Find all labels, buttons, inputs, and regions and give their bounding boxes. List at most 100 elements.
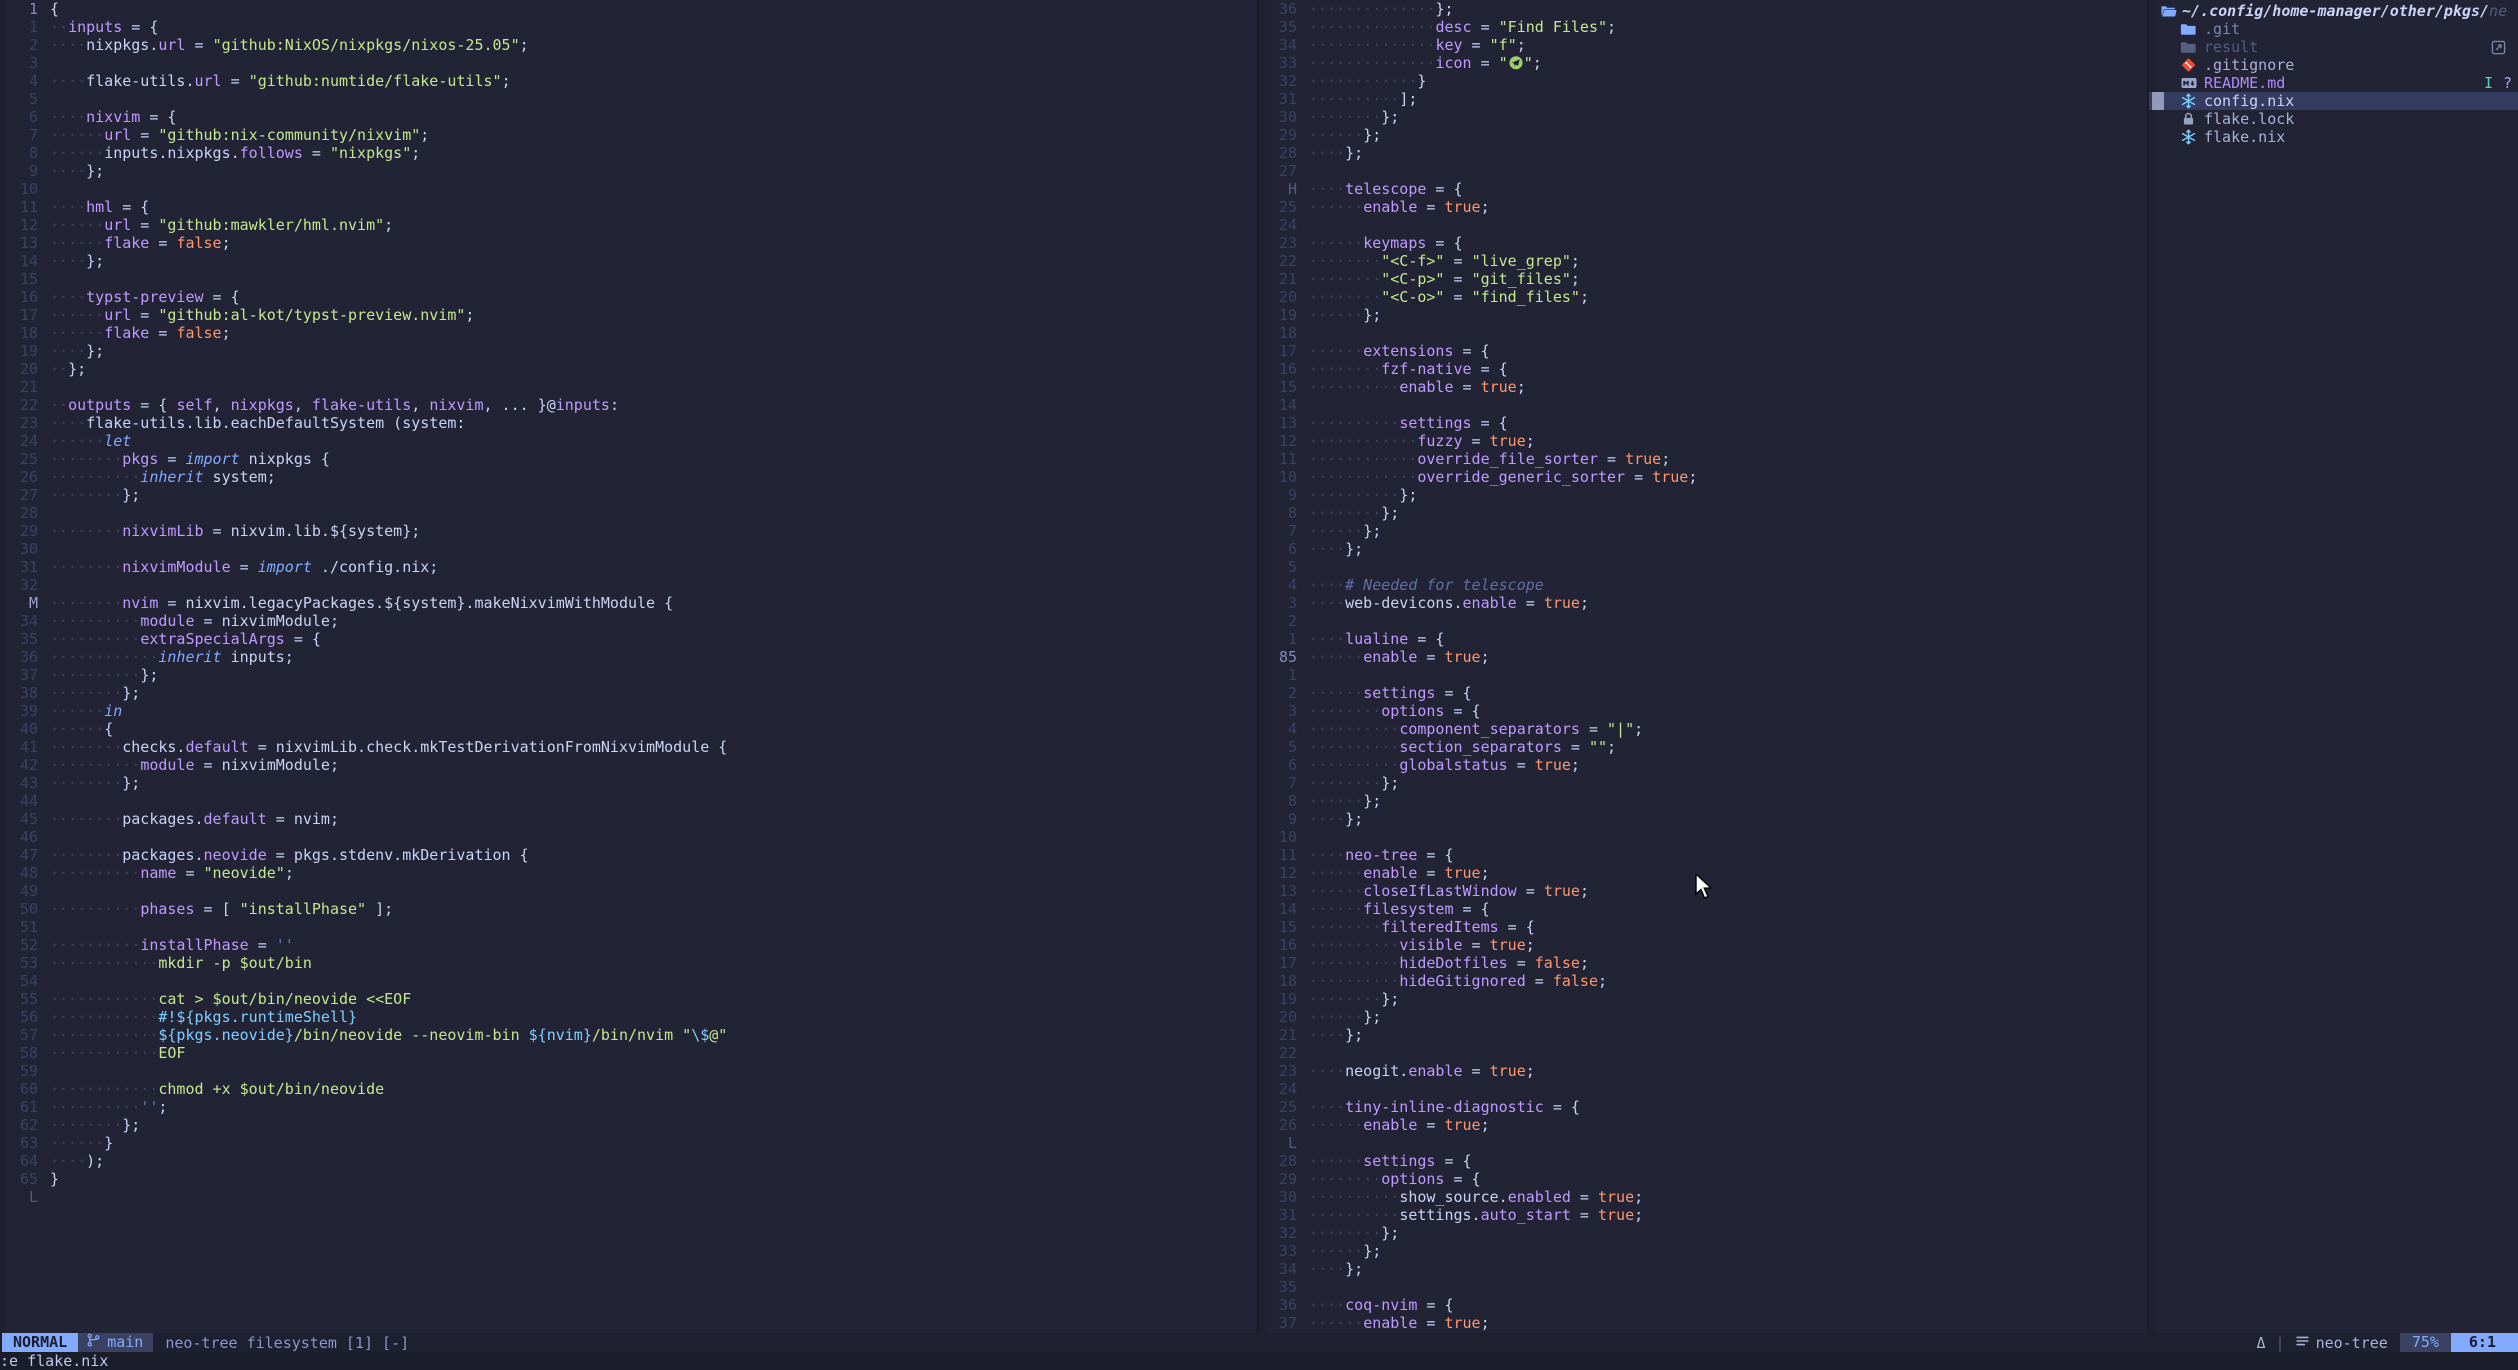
code-line[interactable]: 4····# Needed for telescope: [1259, 576, 2149, 594]
code-line[interactable]: 16··········visible = true;: [1259, 936, 2149, 954]
code-line[interactable]: 10: [1259, 828, 2149, 846]
code-line[interactable]: 25········pkgs = import nixpkgs {: [0, 450, 1257, 468]
code-line[interactable]: [0, 1314, 1257, 1332]
code-line[interactable]: 7········};: [1259, 774, 2149, 792]
tree-item-config.nix[interactable]: config.nix: [2149, 92, 2518, 110]
code-line[interactable]: 6····nixvim = {: [0, 108, 1257, 126]
code-line[interactable]: [0, 1224, 1257, 1242]
code-line[interactable]: 3········options = {: [1259, 702, 2149, 720]
code-line[interactable]: 11····neo-tree = {: [1259, 846, 2149, 864]
code-line[interactable]: 15········filteredItems = {: [1259, 918, 2149, 936]
code-line[interactable]: 32: [0, 576, 1257, 594]
tree-root[interactable]: ~/.config/home-manager/other/pkgs/ne: [2149, 2, 2518, 20]
code-line[interactable]: 32············}: [1259, 72, 2149, 90]
code-line[interactable]: 8········};: [1259, 504, 2149, 522]
code-line[interactable]: 25······enable = true;: [1259, 198, 2149, 216]
code-line[interactable]: 21········"<C-p>" = "git_files";: [1259, 270, 2149, 288]
code-line[interactable]: 26··········inherit system;: [0, 468, 1257, 486]
command-line[interactable]: :e flake.nix: [0, 1352, 2518, 1370]
code-line[interactable]: 15··········enable = true;: [1259, 378, 2149, 396]
tree-item-README.md[interactable]: README.mdI?: [2149, 74, 2518, 92]
code-line[interactable]: 47········packages.neovide = pkgs.stdenv…: [0, 846, 1257, 864]
code-line[interactable]: 6····};: [1259, 540, 2149, 558]
code-line[interactable]: 30: [0, 540, 1257, 558]
code-line[interactable]: 17······url = "github:al-kot/typst-previ…: [0, 306, 1257, 324]
code-line[interactable]: 39······in: [0, 702, 1257, 720]
code-line[interactable]: 10: [0, 180, 1257, 198]
code-line[interactable]: 41········checks.default = nixvimLib.che…: [0, 738, 1257, 756]
code-line[interactable]: 29········nixvimLib = nixvim.lib.${syste…: [0, 522, 1257, 540]
code-line[interactable]: 12······url = "github:mawkler/hml.nvim";: [0, 216, 1257, 234]
code-line[interactable]: [0, 1206, 1257, 1224]
code-line[interactable]: 36····coq-nvim = {: [1259, 1296, 2149, 1314]
code-line[interactable]: 45········packages.default = nvim;: [0, 810, 1257, 828]
code-line[interactable]: 1{: [0, 0, 1257, 18]
code-line[interactable]: 18······flake = false;: [0, 324, 1257, 342]
code-line[interactable]: 40······{: [0, 720, 1257, 738]
code-line[interactable]: L: [0, 1188, 1257, 1206]
code-line[interactable]: 8······};: [1259, 792, 2149, 810]
code-line[interactable]: 61··········'';: [0, 1098, 1257, 1116]
code-line[interactable]: 43········};: [0, 774, 1257, 792]
code-line[interactable]: 23······keymaps = {: [1259, 234, 2149, 252]
code-line[interactable]: 22: [1259, 1044, 2149, 1062]
code-line[interactable]: 23····flake-utils.lib.eachDefaultSystem …: [0, 414, 1257, 432]
code-line[interactable]: 62········};: [0, 1116, 1257, 1134]
code-line[interactable]: 20······};: [1259, 1008, 2149, 1026]
tree-item-flake.nix[interactable]: flake.nix: [2149, 128, 2518, 146]
code-line[interactable]: 46: [0, 828, 1257, 846]
code-line[interactable]: 14: [1259, 396, 2149, 414]
code-line[interactable]: 31··········];: [1259, 90, 2149, 108]
code-line[interactable]: [0, 1296, 1257, 1314]
code-line[interactable]: 22··outputs = { self, nixpkgs, flake-uti…: [0, 396, 1257, 414]
code-line[interactable]: 24: [1259, 1080, 2149, 1098]
code-line[interactable]: 29········options = {: [1259, 1170, 2149, 1188]
code-line[interactable]: 16········fzf-native = {: [1259, 360, 2149, 378]
code-line[interactable]: 5: [1259, 558, 2149, 576]
code-line[interactable]: 21····};: [1259, 1026, 2149, 1044]
code-line[interactable]: 8······inputs.nixpkgs.follows = "nixpkgs…: [0, 144, 1257, 162]
code-line[interactable]: 22········"<C-f>" = "live_grep";: [1259, 252, 2149, 270]
code-line[interactable]: 19····};: [0, 342, 1257, 360]
code-line[interactable]: 65}: [0, 1170, 1257, 1188]
code-line[interactable]: 11····hml = {: [0, 198, 1257, 216]
code-line[interactable]: 24······let: [0, 432, 1257, 450]
code-line[interactable]: 37······enable = true;: [1259, 1314, 2149, 1332]
code-line[interactable]: 6··········globalstatus = true;: [1259, 756, 2149, 774]
code-line[interactable]: 38········};: [0, 684, 1257, 702]
code-line[interactable]: 7······};: [1259, 522, 2149, 540]
code-line[interactable]: 44: [0, 792, 1257, 810]
code-line[interactable]: 5··········section_separators = "";: [1259, 738, 2149, 756]
code-line[interactable]: 11············override_file_sorter = tru…: [1259, 450, 2149, 468]
code-line[interactable]: 18··········hideGitignored = false;: [1259, 972, 2149, 990]
code-line[interactable]: [0, 1278, 1257, 1296]
code-line[interactable]: [0, 1260, 1257, 1278]
code-line[interactable]: 27········};: [0, 486, 1257, 504]
code-line[interactable]: 57············${pkgs.neovide}/bin/neovid…: [0, 1026, 1257, 1044]
code-line[interactable]: 50··········phases = [ "installPhase" ];: [0, 900, 1257, 918]
code-line[interactable]: 4····flake-utils.url = "github:numtide/f…: [0, 72, 1257, 90]
code-line[interactable]: 63······}: [0, 1134, 1257, 1152]
code-line[interactable]: 85······enable = true;: [1259, 648, 2149, 666]
editor-pane-flake-nix[interactable]: 1{1··inputs = {2····nixpkgs.url = "githu…: [0, 0, 1257, 1333]
code-line[interactable]: 34··············key = "f";: [1259, 36, 2149, 54]
code-line[interactable]: 59: [0, 1062, 1257, 1080]
code-line[interactable]: 23····neogit.enable = true;: [1259, 1062, 2149, 1080]
code-line[interactable]: 18: [1259, 324, 2149, 342]
code-line[interactable]: 26······enable = true;: [1259, 1116, 2149, 1134]
code-line[interactable]: 21: [0, 378, 1257, 396]
code-line[interactable]: 2······settings = {: [1259, 684, 2149, 702]
code-line[interactable]: 7······url = "github:nix-community/nixvi…: [0, 126, 1257, 144]
code-line[interactable]: L: [1259, 1134, 2149, 1152]
code-line[interactable]: 3····web-devicons.enable = true;: [1259, 594, 2149, 612]
code-line[interactable]: 17······extensions = {: [1259, 342, 2149, 360]
code-line[interactable]: 19········};: [1259, 990, 2149, 1008]
code-line[interactable]: 49: [0, 882, 1257, 900]
code-line[interactable]: 16····typst-preview = {: [0, 288, 1257, 306]
code-line[interactable]: 33······};: [1259, 1242, 2149, 1260]
editor-pane-config-nix[interactable]: 36··············};35··············desc =…: [1257, 0, 2149, 1333]
code-line[interactable]: 53············mkdir -p $out/bin: [0, 954, 1257, 972]
code-line[interactable]: 9····};: [0, 162, 1257, 180]
code-line[interactable]: 36··············};: [1259, 0, 2149, 18]
code-line[interactable]: 32········};: [1259, 1224, 2149, 1242]
